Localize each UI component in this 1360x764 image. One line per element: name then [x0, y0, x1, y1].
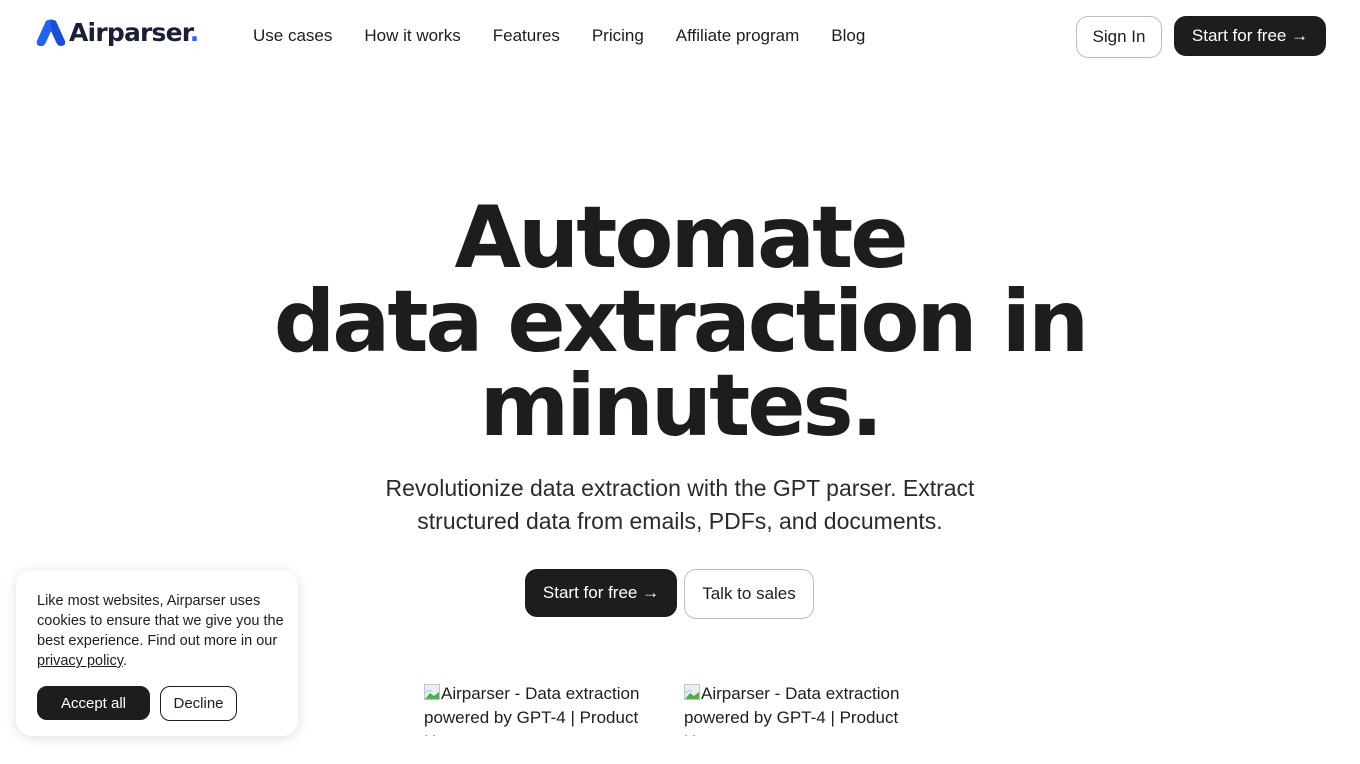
site-header: Airparser. Use cases How it works Featur…: [0, 0, 1360, 72]
product-hunt-badge-alt: Airparser - Data extraction powered by G…: [424, 684, 640, 736]
hero-title-line: minutes.: [479, 356, 884, 456]
accept-cookies-button[interactable]: Accept all: [37, 686, 150, 720]
sign-in-button[interactable]: Sign In: [1076, 16, 1162, 58]
nav-features[interactable]: Features: [493, 25, 560, 47]
talk-to-sales-button[interactable]: Talk to sales: [684, 569, 814, 619]
product-hunt-badge[interactable]: Airparser - Data extraction powered by G…: [424, 682, 664, 736]
broken-image-icon: [424, 684, 440, 700]
logo-dot: .: [189, 18, 199, 47]
decline-cookies-button[interactable]: Decline: [160, 686, 237, 721]
logo-link[interactable]: Airparser.: [36, 18, 199, 47]
hero-title-line: data extraction in: [273, 272, 1090, 372]
product-hunt-badge-alt: Airparser - Data extraction powered by G…: [684, 684, 900, 736]
nav-how-it-works[interactable]: How it works: [364, 25, 460, 47]
airparser-logo-icon: [36, 19, 66, 46]
privacy-policy-link[interactable]: privacy policy: [37, 653, 123, 669]
logo-text: Airparser.: [69, 18, 199, 47]
header-start-free-button[interactable]: Start for free →: [1174, 16, 1326, 56]
nav-blog[interactable]: Blog: [831, 25, 865, 47]
hero-subtitle: Revolutionize data extraction with the G…: [385, 475, 975, 534]
hero-title: Automate data extraction in minutes.: [0, 188, 1360, 456]
cookie-message: Like most websites, Airparser uses cooki…: [37, 593, 284, 669]
hero-title-line: Automate: [454, 188, 908, 288]
product-hunt-badge[interactable]: Airparser - Data extraction powered by G…: [684, 682, 924, 736]
cookie-banner: Like most websites, Airparser uses cooki…: [16, 570, 298, 736]
broken-image-icon: [684, 684, 700, 700]
nav-use-cases[interactable]: Use cases: [253, 25, 332, 47]
nav-pricing[interactable]: Pricing: [592, 25, 644, 47]
nav-affiliate-program[interactable]: Affiliate program: [676, 25, 799, 47]
hero-start-free-button[interactable]: Start for free →: [525, 569, 677, 617]
main-nav: Use cases How it works Features Pricing …: [253, 25, 897, 47]
